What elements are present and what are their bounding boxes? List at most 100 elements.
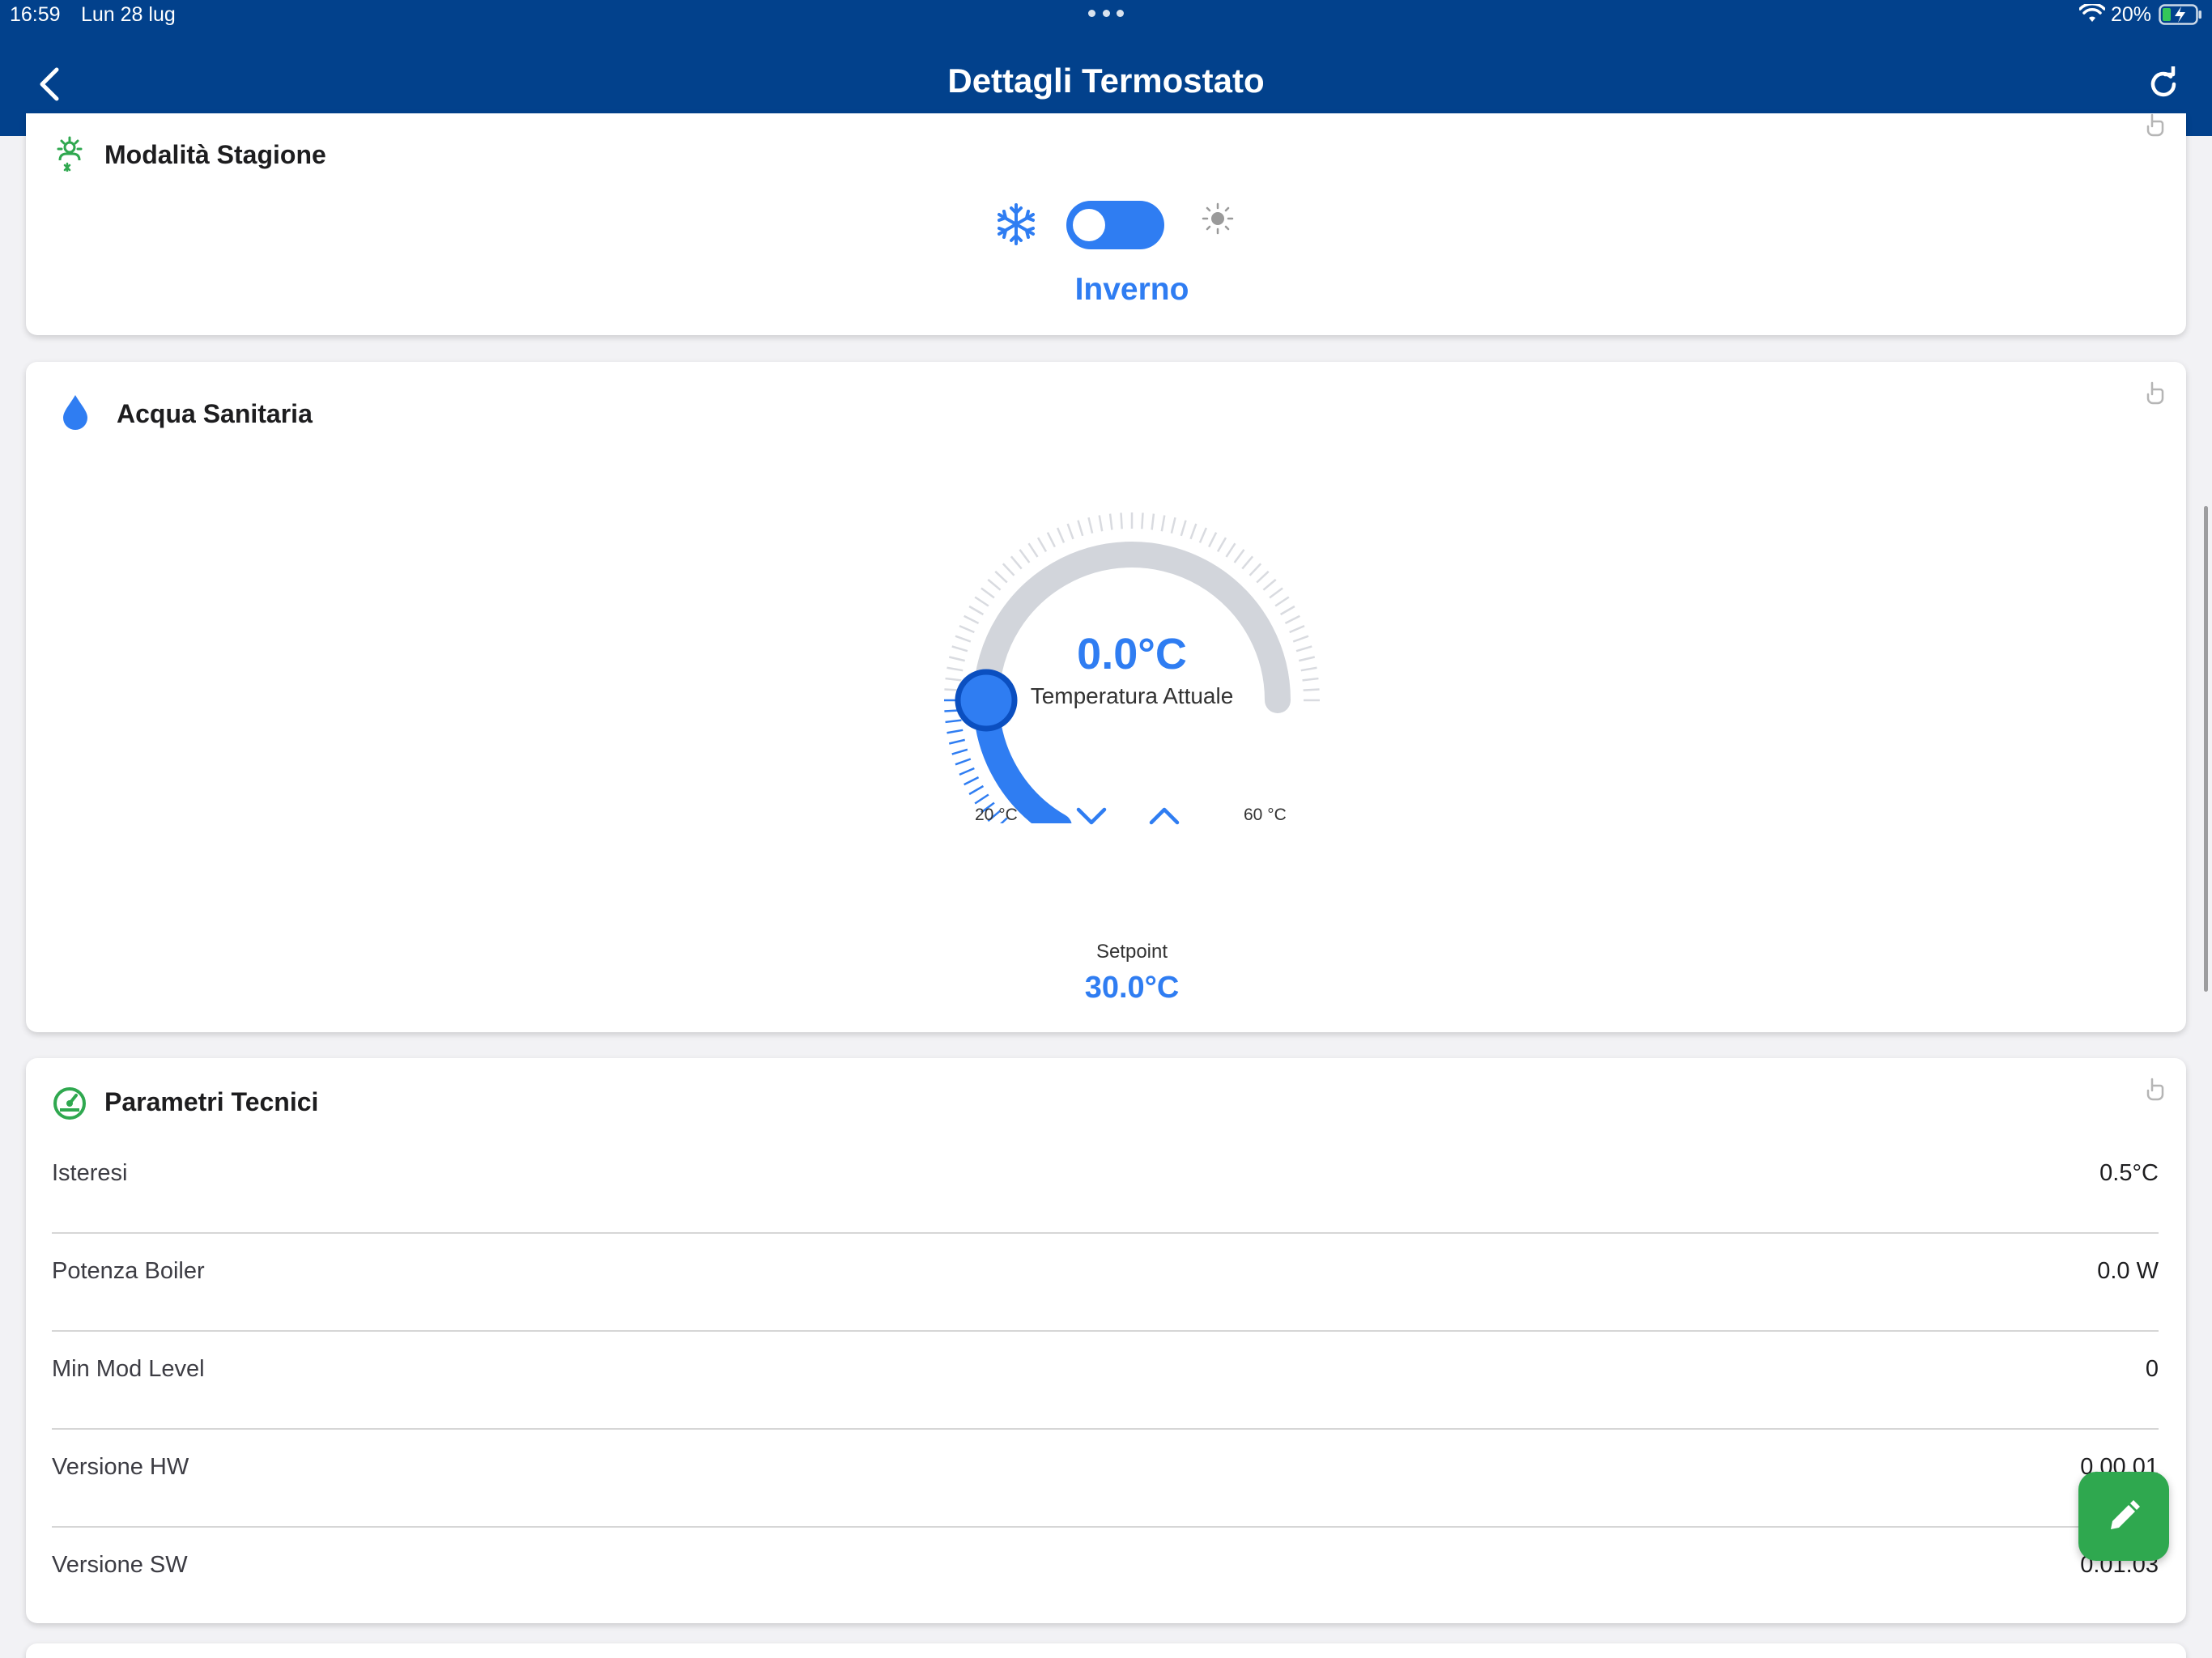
touch-hand-icon (2146, 1078, 2164, 1101)
gauge-tick (1208, 532, 1218, 548)
gauge-tick (948, 738, 966, 745)
gauge-tick (963, 776, 980, 786)
gauge-tick (1292, 635, 1309, 643)
gauge-tick (1098, 515, 1104, 532)
sun-icon[interactable] (1202, 202, 1234, 235)
gauge-tick (1160, 515, 1166, 532)
current-temperature-caption: Temperatura Attuale (1030, 683, 1234, 708)
hot-water-card: Acqua Sanitaria 0.0°C Temperatura Attual… (26, 362, 2186, 1032)
gauge-min-label: 20 °C (975, 806, 1018, 824)
gauge-tick (968, 605, 985, 616)
battery-charging-icon (2159, 4, 2201, 25)
gauge-tick (955, 635, 972, 643)
wifi-icon (2079, 4, 2105, 22)
season-mode-title: Modalità Stagione (104, 140, 326, 169)
gauge-tick (1279, 605, 1295, 616)
param-label: Versione HW (52, 1454, 189, 1480)
scroll-indicator[interactable] (2204, 506, 2208, 992)
param-value: 0 (2145, 1356, 2159, 1382)
gauge-max-label: 60 °C (1244, 806, 1287, 824)
gauge-tick (1198, 527, 1208, 543)
param-row: Isteresi 0.5°C (52, 1136, 2159, 1234)
status-time: 16:59 (10, 3, 61, 26)
gauge-tick (1151, 513, 1155, 530)
toggle-knob (1073, 209, 1105, 241)
setpoint-value: 30.0°C (1084, 971, 1180, 1005)
gauge-tick (946, 729, 963, 734)
gauge-tick (1189, 523, 1197, 540)
gauge-tick (1302, 677, 1319, 682)
param-row: Min Mod Level 0 (52, 1332, 2159, 1430)
gauge-tick (1010, 555, 1023, 570)
gauge-tick (1002, 563, 1015, 576)
next-card-partial (26, 1643, 2186, 1658)
gauge-tick (1298, 656, 1316, 662)
edit-button[interactable] (2078, 1472, 2169, 1561)
gauge-tick (1262, 578, 1277, 591)
gauge-tick (1216, 537, 1227, 553)
param-value: 0.5°C (2099, 1160, 2159, 1186)
current-temperature-value: 0.0°C (1077, 630, 1187, 678)
gauge-tick (1269, 587, 1283, 599)
increase-button[interactable] (1148, 804, 1180, 828)
gauge-tick (948, 656, 966, 662)
gauge-tick (1241, 555, 1254, 570)
gauge-tick (1027, 542, 1039, 558)
gauge-tick (1256, 570, 1270, 584)
param-label: Versione SW (52, 1552, 188, 1578)
pencil-icon (2111, 1500, 2140, 1529)
gauge-tick (1180, 520, 1187, 537)
gauge-tick (1066, 523, 1074, 540)
season-mode-icon (57, 136, 83, 172)
status-date: Lun 28 lug (81, 3, 176, 26)
multitask-dots-icon[interactable] (1088, 10, 1124, 18)
technical-parameters-card: Parametri Tecnici Isteresi 0.5°C Potenza… (26, 1058, 2186, 1623)
param-label: Isteresi (52, 1160, 128, 1186)
snowflake-icon[interactable] (994, 202, 1038, 246)
season-mode-label: Inverno (1074, 272, 1189, 307)
param-label: Min Mod Level (52, 1356, 205, 1382)
gauge-tick (1056, 527, 1066, 543)
gauge-tick (981, 587, 995, 599)
gauge-icon (53, 1087, 86, 1120)
water-drop-icon (63, 395, 87, 430)
param-row: Potenza Boiler 0.0 W (52, 1234, 2159, 1332)
gauge-tick (1233, 549, 1245, 563)
page-title: Dettagli Termostato (947, 62, 1265, 100)
gauge-tick (1295, 645, 1312, 653)
gauge-tick (1036, 537, 1048, 553)
gauge-tick (1170, 517, 1176, 534)
gauge-tick (1077, 520, 1084, 537)
param-row: Versione SW 0.01.03 (52, 1528, 2159, 1626)
gauge-tick (987, 578, 1002, 591)
gauge-tick (951, 645, 968, 653)
gauge-tick (994, 570, 1008, 584)
gauge-tick (945, 677, 962, 682)
season-mode-card: Modalità Stagione Inverno (26, 113, 2186, 335)
gauge-tick (946, 666, 963, 672)
gauge-tick (1303, 688, 1320, 691)
touch-hand-icon (2146, 113, 2164, 137)
technical-parameters-title: Parametri Tecnici (104, 1087, 319, 1116)
gauge-tick (1087, 517, 1094, 534)
param-label: Potenza Boiler (52, 1258, 205, 1284)
refresh-button[interactable] (2146, 66, 2181, 102)
param-value: 0.0 W (2097, 1258, 2159, 1284)
gauge-tick (1274, 596, 1290, 607)
gauge-tick (1120, 512, 1123, 529)
gauge-tick (974, 793, 989, 805)
gauge-tick (945, 719, 962, 724)
hot-water-title: Acqua Sanitaria (117, 399, 313, 428)
param-row: Versione HW 0.00.01 (52, 1430, 2159, 1528)
decrease-button[interactable] (1075, 804, 1108, 828)
gauge-tick (1225, 542, 1236, 558)
gauge-tick (959, 767, 975, 776)
setpoint-label: Setpoint (1095, 941, 1168, 963)
gauge-tick (951, 748, 968, 755)
season-toggle[interactable] (1066, 201, 1164, 249)
gauge-tick (1300, 666, 1317, 672)
gauge-tick (968, 784, 985, 796)
gauge-tick (1019, 549, 1031, 563)
gauge-tick (955, 758, 972, 766)
gauge-tick (1249, 563, 1262, 576)
